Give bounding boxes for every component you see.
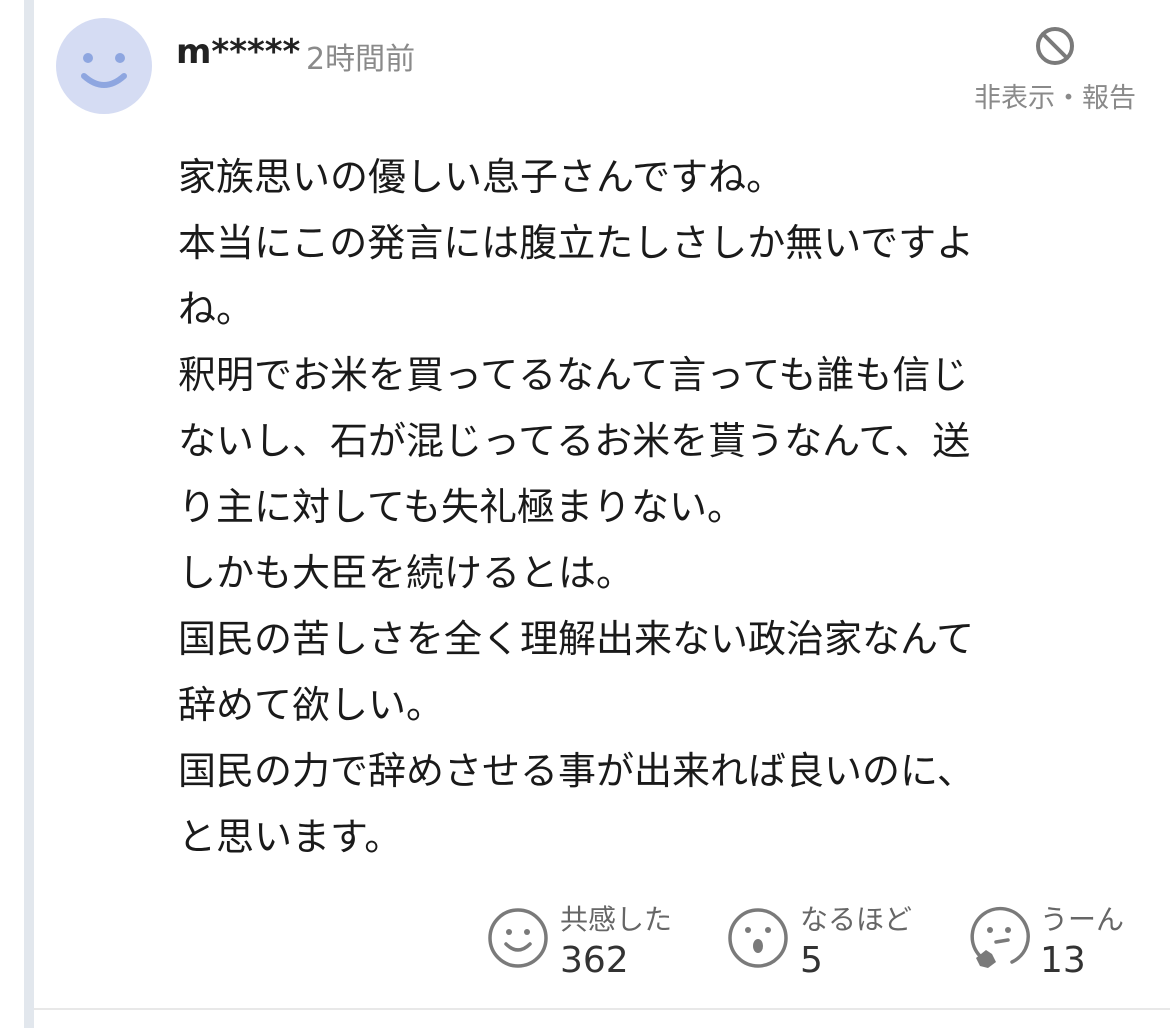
comment-line: 釈明でお米を買ってるなんて言っても誰も信じ — [178, 353, 969, 397]
comment-line: り主に対しても失礼極まりない。 — [178, 485, 745, 529]
reaction-hmm-label: うーん — [1040, 903, 1125, 936]
avatar — [56, 18, 152, 114]
smiley-avatar-icon — [81, 53, 127, 88]
comment-thread-rail — [24, 0, 34, 1028]
comment-line: 辞めて欲しい。 — [178, 683, 445, 727]
reaction-hmm-count: 13 — [1040, 940, 1086, 981]
surprised-face-icon — [728, 908, 788, 968]
comment-line: ないし、石が混じってるお米を貰うなんて、送 — [178, 419, 971, 463]
smile-face-icon — [488, 908, 548, 968]
reaction-agree-label: 共感した — [560, 903, 673, 936]
prohibited-icon — [1036, 27, 1074, 65]
comment-line: と思います。 — [178, 815, 403, 859]
comment-body: 家族思いの優しい息子さんですね。 本当にこの発言には腹立たしさしか無いですよ ね… — [178, 144, 1138, 870]
reaction-hmm-button[interactable]: うーん 13 — [966, 898, 1156, 988]
reaction-insightful-button[interactable]: なるほど 5 — [726, 898, 936, 988]
comment-line: 国民の苦しさを全く理解出来ない政治家なんて — [178, 617, 975, 661]
hide-report-button[interactable]: 非表示・報告 — [960, 24, 1150, 114]
reaction-agree-count: 362 — [560, 940, 629, 981]
comment-line: ね。 — [178, 287, 255, 331]
reaction-insightful-label: なるほど — [800, 903, 913, 936]
hide-report-label: 非表示・報告 — [974, 83, 1136, 114]
comment-line: しかも大臣を続けるとは。 — [178, 551, 635, 595]
comment-line: 家族思いの優しい息子さんですね。 — [178, 155, 785, 199]
reaction-agree-button[interactable]: 共感した 362 — [486, 898, 706, 988]
thinking-face-icon — [970, 906, 1030, 968]
comment-line: 本当にこの発言には腹立たしさしか無いですよ — [178, 221, 975, 265]
username[interactable]: m***** — [176, 32, 300, 72]
comment-timestamp: 2時間前 — [306, 42, 416, 77]
reaction-insightful-count: 5 — [800, 940, 823, 981]
comment-divider — [34, 1008, 1170, 1010]
comment-line: 国民の力で辞めさせる事が出来れば良いのに、 — [178, 749, 975, 793]
